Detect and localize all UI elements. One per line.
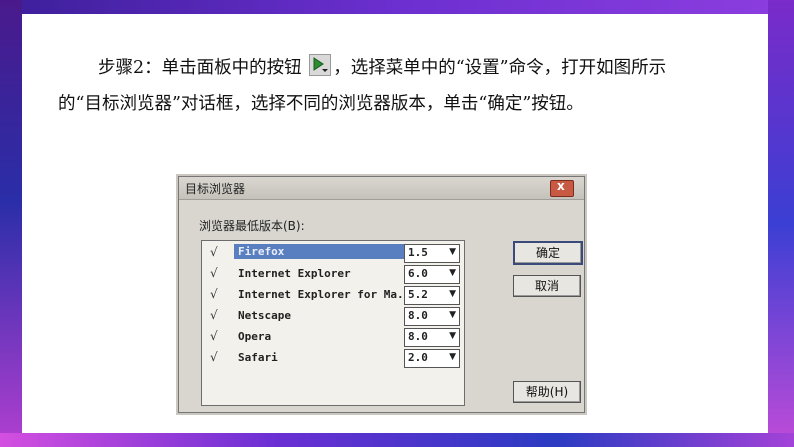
version-select-firefox[interactable]: 1.5 ▼	[404, 244, 460, 263]
instruction-paragraph: 步骤2：单击面板中的按钮 ，选择菜单中的“设置”命令，打开如图所示 的“目标浏览…	[58, 50, 768, 122]
browser-row-ie[interactable]: √ Internet Explorer 6.0 ▼	[202, 264, 464, 284]
target-browsers-dialog: 目标浏览器 x 浏览器最低版本(B): √ Firefox 1.5 ▼ √ Int…	[178, 176, 585, 413]
chevron-down-icon: ▼	[449, 331, 456, 341]
version-value: 8.0	[408, 309, 428, 322]
slide-frame-top	[0, 0, 794, 14]
version-select-ie[interactable]: 6.0 ▼	[404, 265, 460, 284]
slide-frame-right	[768, 0, 794, 447]
close-icon: x	[557, 179, 565, 193]
chevron-down-icon: ▼	[449, 247, 456, 257]
chevron-down-icon: ▼	[449, 352, 456, 362]
min-version-label: 浏览器最低版本(B):	[199, 219, 305, 233]
dialog-title: 目标浏览器	[185, 182, 246, 196]
browser-row-safari[interactable]: √ Safari 2.0 ▼	[202, 348, 464, 368]
help-button[interactable]: 帮助(H)	[513, 381, 581, 403]
chevron-down-icon: ▼	[449, 268, 456, 278]
version-select-netscape[interactable]: 8.0 ▼	[404, 307, 460, 326]
browser-row-opera[interactable]: √ Opera 8.0 ▼	[202, 327, 464, 347]
browser-row-firefox[interactable]: √ Firefox 1.5 ▼	[202, 243, 464, 263]
version-select-safari[interactable]: 2.0 ▼	[404, 349, 460, 368]
instruction-text-b: ，选择菜单中的“设置”命令，打开如图所示	[333, 58, 667, 78]
browser-row-netscape[interactable]: √ Netscape 8.0 ▼	[202, 306, 464, 326]
ok-button[interactable]: 确定	[513, 241, 583, 265]
version-value: 2.0	[408, 351, 428, 364]
browser-name: Safari	[238, 351, 278, 364]
browser-name: Internet Explorer	[238, 267, 351, 280]
slide-content: 步骤2：单击面板中的按钮 ，选择菜单中的“设置”命令，打开如图所示 的“目标浏览…	[22, 14, 768, 433]
checkbox-ie-mac[interactable]: √	[210, 287, 218, 301]
checkbox-ie[interactable]: √	[210, 266, 218, 280]
slide-frame-left	[0, 0, 22, 447]
cancel-button[interactable]: 取消	[513, 275, 581, 297]
dialog-titlebar[interactable]: 目标浏览器 x	[179, 177, 584, 200]
chevron-down-icon: ▼	[449, 310, 456, 320]
close-button[interactable]: x	[550, 179, 574, 197]
checkbox-netscape[interactable]: √	[210, 308, 218, 322]
browser-name: Internet Explorer for Ma...	[238, 288, 417, 301]
browser-list: √ Firefox 1.5 ▼ √ Internet Explorer 6.0 ▼ …	[201, 240, 465, 406]
version-value: 8.0	[408, 330, 428, 343]
instruction-line-2: 的“目标浏览器”对话框，选择不同的浏览器版本，单击“确定”按钮。	[58, 94, 584, 114]
chevron-down-icon: ▼	[449, 289, 456, 299]
browser-name: Netscape	[238, 309, 291, 322]
version-value: 5.2	[408, 288, 428, 301]
play-dropdown-icon	[309, 54, 332, 76]
browser-row-ie-mac[interactable]: √ Internet Explorer for Ma... 5.2 ▼	[202, 285, 464, 305]
checkbox-opera[interactable]: √	[210, 329, 218, 343]
instruction-line-1: 步骤2：单击面板中的按钮 ，选择菜单中的“设置”命令，打开如图所示	[58, 50, 768, 86]
version-value: 1.5	[408, 246, 428, 259]
slide-frame-bottom	[0, 433, 794, 447]
checkbox-safari[interactable]: √	[210, 350, 218, 364]
checkbox-firefox[interactable]: √	[210, 245, 218, 259]
version-select-ie-mac[interactable]: 5.2 ▼	[404, 286, 460, 305]
browser-name: Opera	[238, 330, 272, 343]
version-value: 6.0	[408, 267, 428, 280]
instruction-text-a: 步骤2：单击面板中的按钮	[98, 58, 308, 78]
version-select-opera[interactable]: 8.0 ▼	[404, 328, 460, 347]
